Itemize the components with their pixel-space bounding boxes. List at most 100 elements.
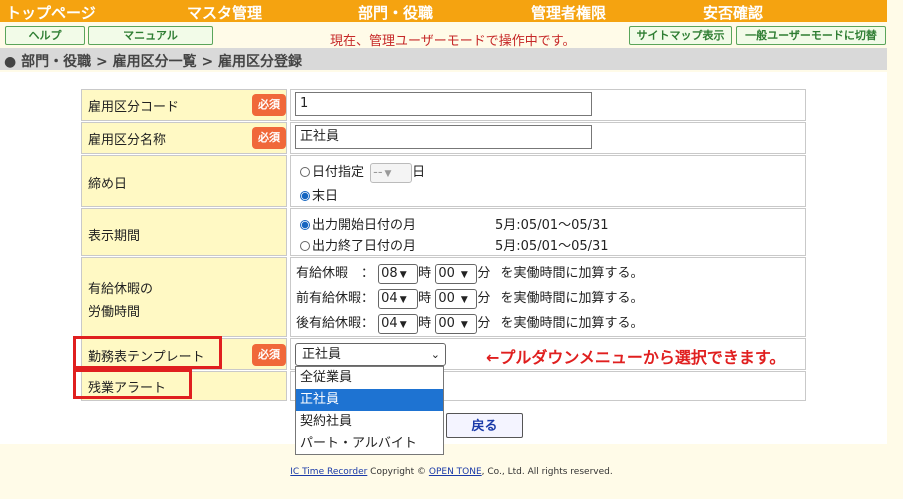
select-value: 04	[381, 315, 398, 331]
work-template-select[interactable]: 正社員 ⌄	[295, 343, 446, 366]
value-employment-name: 正社員	[290, 122, 806, 154]
option-label: 出力終了日付の月	[312, 239, 417, 254]
period-end-range: 5月:05/01～05/31	[495, 239, 609, 254]
select-value: 00	[438, 315, 455, 331]
hour-unit: 時	[418, 266, 432, 281]
breadcrumb: ● 部門・役職 > 雇用区分一覧 > 雇用区分登録	[4, 54, 303, 70]
label-display-period: 表示期間	[81, 208, 287, 256]
hour-unit: 時	[418, 316, 432, 331]
row-label: 前有給休暇：	[296, 291, 375, 306]
minute-unit: 分	[477, 316, 491, 331]
select-value: 04	[381, 290, 398, 306]
row-suffix: を実働時間に加算する。	[500, 266, 644, 281]
hour-unit: 時	[418, 291, 432, 306]
label-closing-day: 締め日	[81, 155, 287, 207]
value-display-period: 出力開始日付の月 5月:05/01～05/31 出力終了日付の月 5月:05/0…	[290, 208, 806, 256]
required-badge: 必須	[252, 344, 286, 366]
nav-safety[interactable]: 安否確認	[703, 2, 763, 23]
sitemap-button[interactable]: サイトマップ表示	[629, 26, 732, 45]
label-line-2: 労働時間	[88, 305, 141, 320]
label-text: 表示期間	[88, 229, 141, 244]
chevron-down-icon: ▼	[399, 294, 407, 305]
select-value: 正社員	[302, 347, 342, 362]
paid-leave-am-row: 前有給休暇： 04 ▼ 時 00 ▼ 分 を実働時間に加算する。	[296, 287, 643, 309]
label-employment-name: 雇用区分名称 必須	[81, 122, 287, 154]
paid-leave-pm-minute-select[interactable]: 00 ▼	[435, 313, 478, 334]
paid-leave-hour-select[interactable]: 08 ▼	[378, 263, 419, 284]
label-text: 雇用区分コード	[88, 100, 180, 115]
required-badge: 必須	[252, 127, 286, 149]
nav-top-page[interactable]: トップページ	[6, 2, 96, 23]
paid-leave-am-minute-select[interactable]: 00 ▼	[435, 288, 478, 309]
value-paid-leave-hours: 有給休暇 ： 08 ▼ 時 00 ▼ 分 を実働時間に加算する。 前有給休暇： 04 ▼ 時…	[290, 257, 806, 337]
select-value: --	[373, 164, 383, 180]
help-button[interactable]: ヘルプ	[5, 26, 85, 45]
day-suffix: 日	[412, 165, 426, 180]
dropdown-option[interactable]: 契約社員	[296, 411, 443, 433]
nav-master[interactable]: マスタ管理	[187, 2, 262, 23]
minute-unit: 分	[477, 266, 491, 281]
row-label: 後有給休暇：	[296, 316, 375, 331]
select-value: 00	[438, 265, 455, 281]
highlight-overtime-alert-label	[73, 369, 192, 399]
closing-day-select[interactable]: -- ▼	[370, 162, 413, 183]
chevron-down-icon: ▼	[399, 319, 407, 330]
dropdown-option[interactable]: 全従業員	[296, 367, 443, 389]
work-template-dropdown-list: 全従業員 正社員 契約社員 パート・アルバイト	[295, 366, 444, 455]
chevron-down-icon: ▼	[460, 319, 468, 330]
row-suffix: を実働時間に加算する。	[500, 316, 644, 331]
option-label: 日付指定	[312, 165, 365, 180]
copyright-text: Copyright ©	[367, 467, 429, 477]
required-badge: 必須	[252, 94, 286, 116]
footer: IC Time Recorder Copyright © OPEN TONE, …	[0, 467, 903, 477]
period-start-option[interactable]: 出力開始日付の月	[300, 214, 416, 233]
employment-code-input[interactable]: 1	[295, 92, 592, 116]
top-nav: トップページ マスタ管理 部門・役職 管理者権限 安否確認	[0, 0, 887, 22]
period-start-range: 5月:05/01～05/31	[495, 218, 609, 233]
value-closing-day: 日付指定 -- ▼ 日 末日	[290, 155, 806, 207]
switch-user-mode-button[interactable]: 一般ユーザーモードに切替	[736, 26, 886, 45]
chevron-down-icon: ▼	[384, 168, 392, 179]
paid-leave-minute-select[interactable]: 00 ▼	[435, 263, 478, 284]
select-value: 00	[438, 290, 455, 306]
closing-month-end-option[interactable]: 末日	[300, 185, 338, 204]
option-label: 出力開始日付の月	[312, 218, 417, 233]
dropdown-option-selected[interactable]: 正社員	[296, 389, 443, 411]
nav-admin-rights[interactable]: 管理者権限	[531, 2, 606, 23]
product-link[interactable]: IC Time Recorder	[290, 467, 367, 477]
closing-date-option[interactable]: 日付指定 -- ▼ 日	[300, 161, 425, 183]
radio-period-start[interactable]	[300, 220, 310, 230]
highlight-work-template-label	[73, 336, 222, 369]
company-link[interactable]: OPEN TONE	[429, 467, 482, 477]
row-label: 有給休暇 ：	[296, 266, 375, 281]
row-suffix: を実働時間に加算する。	[500, 291, 644, 306]
label-line-1: 有給休暇の	[88, 282, 154, 297]
annotation-dropdown-hint: ←プルダウンメニューから選択できます。	[486, 348, 786, 367]
back-button[interactable]: 戻る	[446, 413, 523, 438]
chevron-down-icon: ⌄	[430, 348, 440, 361]
chevron-down-icon: ▼	[460, 294, 468, 305]
paid-leave-pm-hour-select[interactable]: 04 ▼	[378, 313, 419, 334]
dropdown-option[interactable]: パート・アルバイト	[296, 433, 443, 455]
radio-period-end[interactable]	[300, 241, 310, 251]
chevron-down-icon: ▼	[460, 269, 468, 280]
period-end-option[interactable]: 出力終了日付の月	[300, 235, 416, 254]
minute-unit: 分	[477, 291, 491, 306]
paid-leave-am-hour-select[interactable]: 04 ▼	[378, 288, 419, 309]
value-employment-code: 1	[290, 89, 806, 121]
paid-leave-row: 有給休暇 ： 08 ▼ 時 00 ▼ 分 を実働時間に加算する。	[296, 262, 643, 284]
breadcrumb-bar: ● 部門・役職 > 雇用区分一覧 > 雇用区分登録	[0, 48, 887, 70]
manual-button[interactable]: マニュアル	[88, 26, 213, 45]
label-text: 雇用区分名称	[88, 133, 167, 148]
radio-month-end[interactable]	[300, 191, 310, 201]
employment-name-input[interactable]: 正社員	[295, 125, 592, 149]
radio-date-specified[interactable]	[300, 167, 310, 177]
label-text: 締め日	[88, 177, 128, 192]
copyright-text-end: , Co., Ltd. All rights reserved.	[481, 467, 613, 477]
paid-leave-pm-row: 後有給休暇： 04 ▼ 時 00 ▼ 分 を実働時間に加算する。	[296, 312, 643, 334]
label-paid-leave-hours: 有給休暇の 労働時間	[81, 257, 287, 337]
select-value: 08	[381, 265, 398, 281]
option-label: 末日	[312, 189, 339, 204]
mode-message: 現在、管理ユーザーモードで操作中です。	[330, 34, 576, 49]
nav-department[interactable]: 部門・役職	[358, 2, 433, 23]
